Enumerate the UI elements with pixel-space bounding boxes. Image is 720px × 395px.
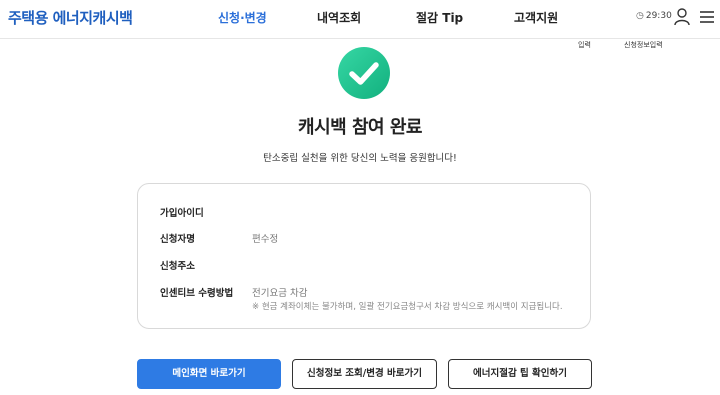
info-box: 가입아이디 신청자명 편수정 신청주소 인센티브 수령방법 전기요금 차감 ※ … [137,183,591,329]
subnav-input[interactable]: 입력 [578,40,591,50]
nav-saving-tip[interactable]: 절감 Tip [416,9,463,26]
user-icon[interactable] [674,8,690,26]
value-applicant-name: 편수정 [252,234,279,245]
nav-apply-change[interactable]: 신청·변경 [218,9,267,26]
top-header: 주택용 에너지캐시백 신청·변경 내역조회 절감 Tip 고객지원 ◷ 29:30 [0,0,720,39]
page-subtitle: 탄소중립 실천을 위한 당신의 노력을 응원합니다! [263,153,457,164]
go-main-button[interactable]: 메인화면 바로가기 [137,359,281,389]
subnav-apply-info-input[interactable]: 신청정보입력 [624,40,663,50]
menu-icon[interactable] [700,10,714,24]
timer-value: 29:30 [645,11,672,21]
label-applicant-address: 신청주소 [160,261,195,272]
label-applicant-name: 신청자명 [160,234,195,245]
clock-icon: ◷ [636,11,644,21]
incentive-note: ※ 현금 계좌이체는 불가하며, 일괄 전기요금청구서 차감 방식으로 캐시백이… [252,302,563,312]
nav-customer-support[interactable]: 고객지원 [514,9,558,26]
success-check-icon [338,47,390,99]
nav-history[interactable]: 내역조회 [317,9,361,26]
session-timer: ◷ 29:30 [636,11,672,21]
value-incentive-method: 전기요금 차감 [252,288,308,299]
label-user-id: 가입아이디 [160,208,204,219]
lookup-change-button[interactable]: 신청정보 조회/변경 바로가기 [292,359,437,389]
label-incentive-method: 인센티브 수령방법 [160,288,234,299]
energy-tip-button[interactable]: 에너지절감 팁 확인하기 [448,359,592,389]
site-logo[interactable]: 주택용 에너지캐시백 [8,7,133,28]
page-title: 캐시백 참여 완료 [298,117,422,138]
